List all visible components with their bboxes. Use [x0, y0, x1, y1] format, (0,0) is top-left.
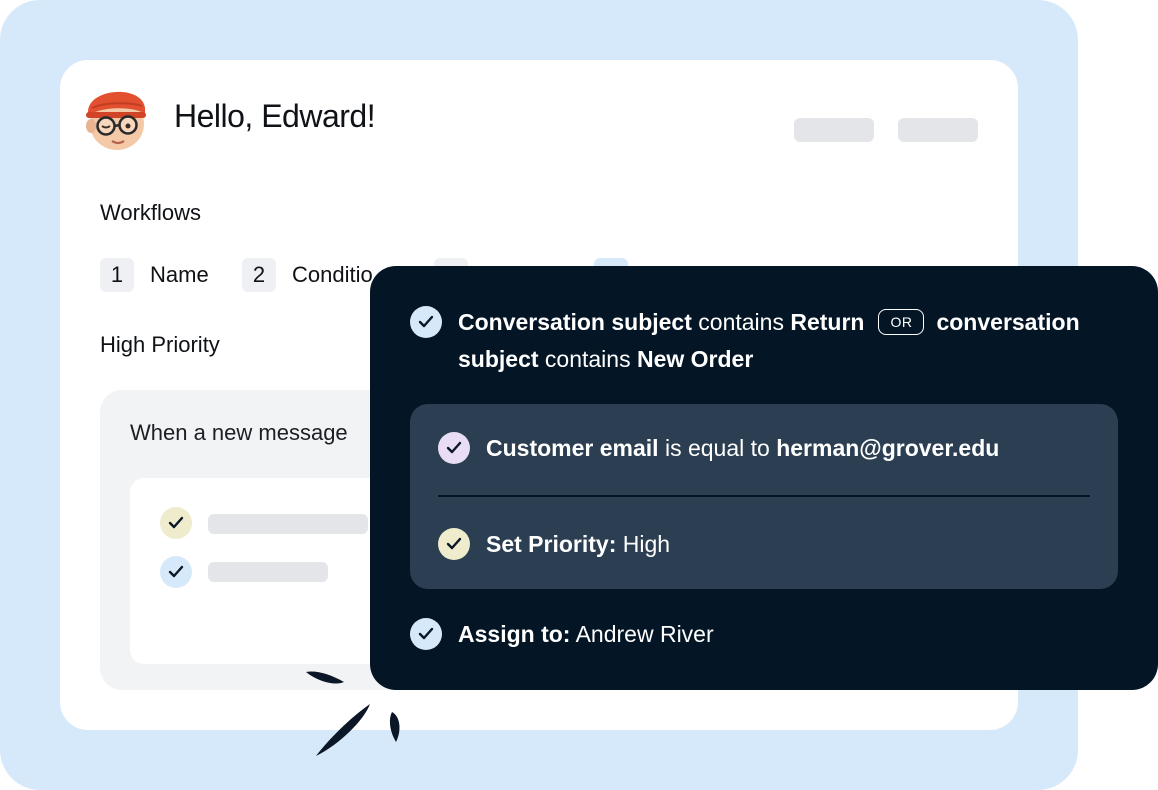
priority-action-text: Set Priority: High — [486, 526, 670, 563]
assign-action-row[interactable]: Assign to: Andrew River — [410, 616, 714, 653]
greeting-heading: Hello, Edward! — [174, 98, 376, 134]
step-number[interactable]: 1 — [100, 258, 134, 292]
step-label-conditions[interactable]: Conditio — [292, 262, 373, 288]
email-field: Customer email — [486, 435, 659, 461]
assign-value: Andrew River — [575, 621, 714, 647]
workflows-title: Workflows — [100, 200, 202, 225]
condition-field: Conversation subject — [458, 309, 692, 335]
condition-value: Return — [790, 309, 865, 335]
placeholder-button[interactable] — [794, 118, 874, 142]
step-label-name[interactable]: Name — [150, 262, 209, 288]
email-condition-text: Customer email is equal to herman@grover… — [486, 430, 999, 467]
avatar[interactable] — [82, 78, 150, 152]
placeholder-button[interactable] — [898, 118, 978, 142]
check-circle-icon — [410, 618, 442, 650]
condition-row[interactable]: Conversation subject contains Return OR co… — [410, 304, 1110, 378]
trigger-text: When a new message — [130, 420, 348, 445]
placeholder-bar — [208, 514, 368, 534]
email-condition-row[interactable]: Customer email is equal to herman@grover… — [438, 430, 999, 467]
condition-value: New Order — [636, 346, 754, 372]
placeholder-bar — [208, 562, 328, 582]
condition-field: conversation — [936, 309, 1080, 335]
condition-field: subject — [458, 346, 539, 372]
priority-value: High — [622, 531, 671, 557]
email-value: herman@grover.edu — [776, 435, 1000, 461]
condition-text: Conversation subject contains Return OR co… — [458, 304, 1108, 378]
condition-operator: contains — [544, 346, 631, 372]
condition-operator: contains — [698, 309, 784, 335]
check-icon — [160, 507, 192, 539]
decorative-strokes-icon — [306, 671, 400, 756]
or-badge[interactable]: OR — [878, 309, 925, 335]
email-operator: is equal to — [664, 435, 770, 461]
assign-action-text: Assign to: Andrew River — [458, 616, 714, 653]
check-circle-icon — [438, 432, 470, 464]
check-circle-icon — [410, 306, 442, 338]
priority-title: High Priority — [100, 332, 220, 357]
divider — [438, 495, 1090, 497]
check-circle-icon — [438, 528, 470, 560]
priority-action-row[interactable]: Set Priority: High — [438, 526, 670, 563]
step-number[interactable]: 2 — [242, 258, 276, 292]
priority-label: Set Priority: — [486, 531, 617, 557]
check-icon — [160, 556, 192, 588]
memoji-avatar-icon — [86, 91, 146, 150]
assign-label: Assign to: — [458, 621, 571, 647]
